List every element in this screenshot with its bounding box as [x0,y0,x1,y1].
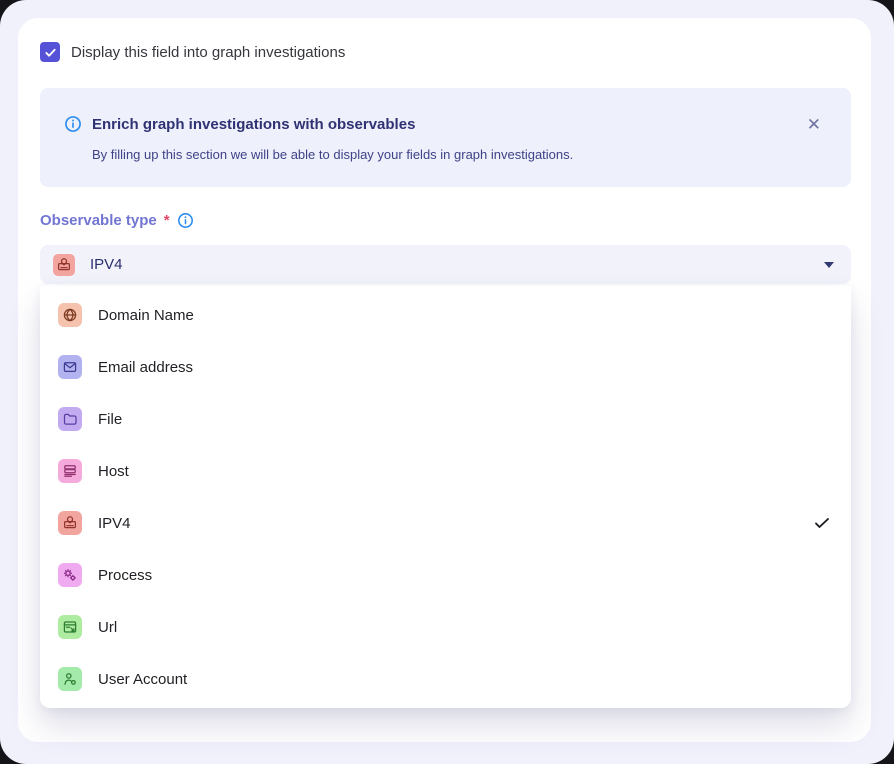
option-label: User Account [98,671,797,688]
option-label: Email address [98,359,797,376]
selected-check-icon [813,514,831,532]
display-field-checkbox-row: Display this field into graph investigat… [40,42,851,62]
dropdown-options: Domain Name Email address File Host IPV4… [40,289,851,705]
user-icon [58,667,82,691]
info-banner: Enrich graph investigations with observa… [40,88,851,187]
info-banner-header: Enrich graph investigations with observa… [64,115,827,133]
ipv4-icon [58,511,82,535]
chevron-down-icon [824,262,834,268]
display-field-checkbox[interactable] [40,42,60,62]
display-field-checkbox-label: Display this field into graph investigat… [71,44,345,61]
observable-type-dropdown: Domain Name Email address File Host IPV4… [40,286,851,708]
required-asterisk: * [164,212,170,229]
info-icon[interactable] [177,212,194,229]
host-icon [58,459,82,483]
observable-type-label: Observable type [40,212,157,229]
domain-icon [58,303,82,327]
url-icon [58,615,82,639]
observable-type-label-row: Observable type * [40,212,851,229]
ipv4-icon [53,254,75,276]
field-settings-card: Display this field into graph investigat… [18,18,871,742]
dropdown-option-ipv4[interactable]: IPV4 [40,497,851,549]
dropdown-option-user[interactable]: User Account [40,653,851,705]
option-label: Process [98,567,797,584]
dropdown-option-host[interactable]: Host [40,445,851,497]
option-label: IPV4 [98,515,797,532]
option-label: Domain Name [98,307,797,324]
checkmark-icon [44,46,57,59]
dropdown-option-process[interactable]: Process [40,549,851,601]
banner-title: Enrich graph investigations with observa… [92,116,415,133]
selected-value: IPV4 [90,256,809,273]
banner-close-button[interactable]: ✕ [805,114,823,135]
email-icon [58,355,82,379]
observable-type-select[interactable]: IPV4 [40,245,851,284]
option-label: File [98,411,797,428]
file-icon [58,407,82,431]
banner-description: By filling up this section we will be ab… [92,147,827,162]
dropdown-option-url[interactable]: Url [40,601,851,653]
screen: Display this field into graph investigat… [0,0,894,764]
dropdown-option-file[interactable]: File [40,393,851,445]
info-icon [64,115,82,133]
process-icon [58,563,82,587]
dropdown-option-domain[interactable]: Domain Name [40,289,851,341]
dropdown-option-email[interactable]: Email address [40,341,851,393]
option-label: Host [98,463,797,480]
option-label: Url [98,619,797,636]
